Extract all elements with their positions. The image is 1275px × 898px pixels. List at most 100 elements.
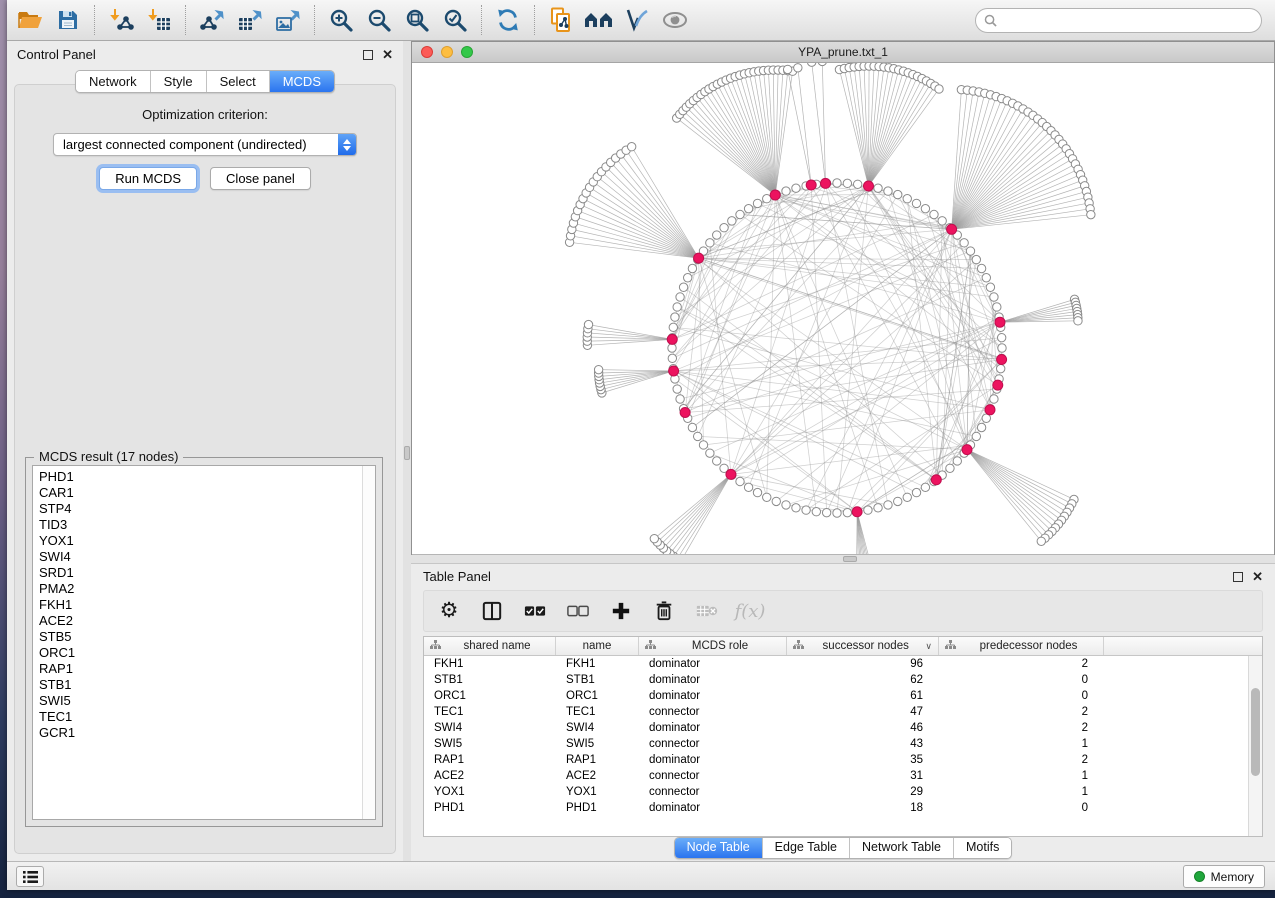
show-columns-icon[interactable] [481,600,503,622]
deselect-all-icon[interactable] [567,600,589,622]
table-panel-tabs: Node TableEdge TableNetwork TableMotifs [674,837,1013,859]
column-header-MCDS-role[interactable]: MCDS role [639,637,787,655]
task-history-button[interactable] [16,866,44,887]
table-row[interactable]: ACE2ACE2connector311 [424,768,1248,784]
add-column-icon[interactable] [610,600,632,622]
import-table-icon[interactable] [140,2,178,38]
node-table: shared name nameMCDS rolesuccessor nodes∨… [423,636,1263,837]
tab-select[interactable]: Select [207,71,270,92]
open-file-icon[interactable] [11,2,49,38]
cell-shared-name: SWI4 [424,720,556,736]
column-header-shared-name[interactable]: shared name [424,637,556,655]
mcds-result-item[interactable]: STB5 [33,629,375,645]
mcds-result-list[interactable]: PHD1CAR1STP4TID3YOX1SWI4SRD1PMA2FKH1ACE2… [32,465,376,820]
network-window: YPA_prune.txt_1 [411,41,1275,555]
tab-mcds[interactable]: MCDS [270,71,334,92]
cell-MCDS-role: dominator [639,672,787,688]
optimization-criterion-dropdown[interactable]: largest connected component (undirected) [53,133,357,156]
zoom-in-icon[interactable] [322,2,360,38]
graphics-details-icon[interactable] [618,2,656,38]
mcds-result-item[interactable]: ORC1 [33,645,375,661]
float-panel-icon[interactable] [363,50,373,60]
save-session-icon[interactable] [49,2,87,38]
mcds-result-item[interactable]: SWI5 [33,693,375,709]
hide-panel-eye-icon[interactable] [656,2,694,38]
close-panel-icon[interactable]: ✕ [1252,572,1263,582]
export-network-icon[interactable] [193,2,231,38]
column-header-successor-nodes[interactable]: successor nodes∨ [787,637,939,655]
column-label: shared name [443,640,551,652]
table-row[interactable]: TEC1TEC1connector472 [424,704,1248,720]
zoom-selected-icon[interactable] [436,2,474,38]
delete-column-trash-icon[interactable] [653,600,675,622]
search-box[interactable] [975,8,1262,33]
close-window-icon[interactable] [421,46,433,58]
cell-shared-name: STB1 [424,672,556,688]
clone-network-icon[interactable] [542,2,580,38]
table-row[interactable]: PHD1PHD1dominator180 [424,800,1248,816]
mcds-result-item[interactable]: RAP1 [33,661,375,677]
mcds-result-item[interactable]: YOX1 [33,533,375,549]
run-mcds-button[interactable]: Run MCDS [99,167,197,190]
import-network-icon[interactable] [102,2,140,38]
cell-predecessor-nodes: 1 [939,784,1104,800]
tab-network-table[interactable]: Network Table [850,838,954,858]
network-graph[interactable] [412,63,1274,555]
table-row[interactable]: STB1STB1dominator620 [424,672,1248,688]
column-header-predecessor-nodes[interactable]: predecessor nodes [939,637,1104,655]
table-row[interactable]: YOX1YOX1connector291 [424,784,1248,800]
close-panel-button[interactable]: Close panel [210,167,311,190]
export-image-icon[interactable] [269,2,307,38]
horizontal-splitter[interactable] [411,555,1275,563]
table-row[interactable]: ORC1ORC1dominator610 [424,688,1248,704]
tab-node-table[interactable]: Node Table [675,838,763,858]
refresh-icon[interactable] [489,2,527,38]
table-row[interactable]: SWI4SWI4dominator462 [424,720,1248,736]
mcds-result-item[interactable]: SWI4 [33,549,375,565]
mcds-result-item[interactable]: CAR1 [33,485,375,501]
tab-style[interactable]: Style [151,71,207,92]
search-input[interactable] [997,11,1261,31]
mcds-result-item[interactable]: SRD1 [33,565,375,581]
scrollbar-thumb[interactable] [1251,688,1260,776]
cell-predecessor-nodes: 1 [939,736,1104,752]
minimize-window-icon[interactable] [441,46,453,58]
tab-network[interactable]: Network [76,71,151,92]
cytoscape-window: Control Panel ✕ NetworkStyleSelectMCDS O… [7,0,1275,890]
table-settings-gear-icon[interactable]: ⚙ [438,600,460,622]
memory-button[interactable]: Memory [1183,865,1265,888]
splitter-handle[interactable] [843,556,857,562]
cell-successor-nodes: 18 [787,800,939,816]
mcds-result-item[interactable]: TID3 [33,517,375,533]
network-title-bar[interactable]: YPA_prune.txt_1 [412,42,1274,63]
mcds-result-item[interactable]: PMA2 [33,581,375,597]
mcds-result-item[interactable]: PHD1 [33,469,375,485]
table-row[interactable]: SWI5SWI5connector431 [424,736,1248,752]
table-row[interactable]: FKH1FKH1dominator962 [424,656,1248,672]
mcds-result-item[interactable]: TEC1 [33,709,375,725]
maximize-window-icon[interactable] [461,46,473,58]
mcds-result-item[interactable]: STB1 [33,677,375,693]
mcds-result-item[interactable]: GCR1 [33,725,375,741]
zoom-out-icon[interactable] [360,2,398,38]
tab-edge-table[interactable]: Edge Table [763,838,850,858]
tab-motifs[interactable]: Motifs [954,838,1011,858]
export-table-icon[interactable] [231,2,269,38]
mcds-result-item[interactable]: ACE2 [33,613,375,629]
splitter-handle[interactable] [404,446,410,460]
table-scrollbar[interactable] [1248,656,1262,836]
float-panel-icon[interactable] [1233,572,1243,582]
mcds-result-item[interactable]: FKH1 [33,597,375,613]
network-view-canvas[interactable] [412,63,1274,555]
vertical-splitter[interactable] [403,41,411,861]
select-all-icon[interactable] [524,600,546,622]
column-header-name[interactable]: name [556,637,639,655]
cell-predecessor-nodes: 2 [939,752,1104,768]
table-row[interactable]: RAP1RAP1dominator352 [424,752,1248,768]
close-panel-icon[interactable]: ✕ [382,50,393,60]
mcds-result-item[interactable]: STP4 [33,501,375,517]
zoom-fit-icon[interactable] [398,2,436,38]
first-neighbors-icon[interactable] [580,2,618,38]
mcds-list-scrollbar[interactable] [362,466,375,819]
column-label: predecessor nodes [958,640,1099,652]
